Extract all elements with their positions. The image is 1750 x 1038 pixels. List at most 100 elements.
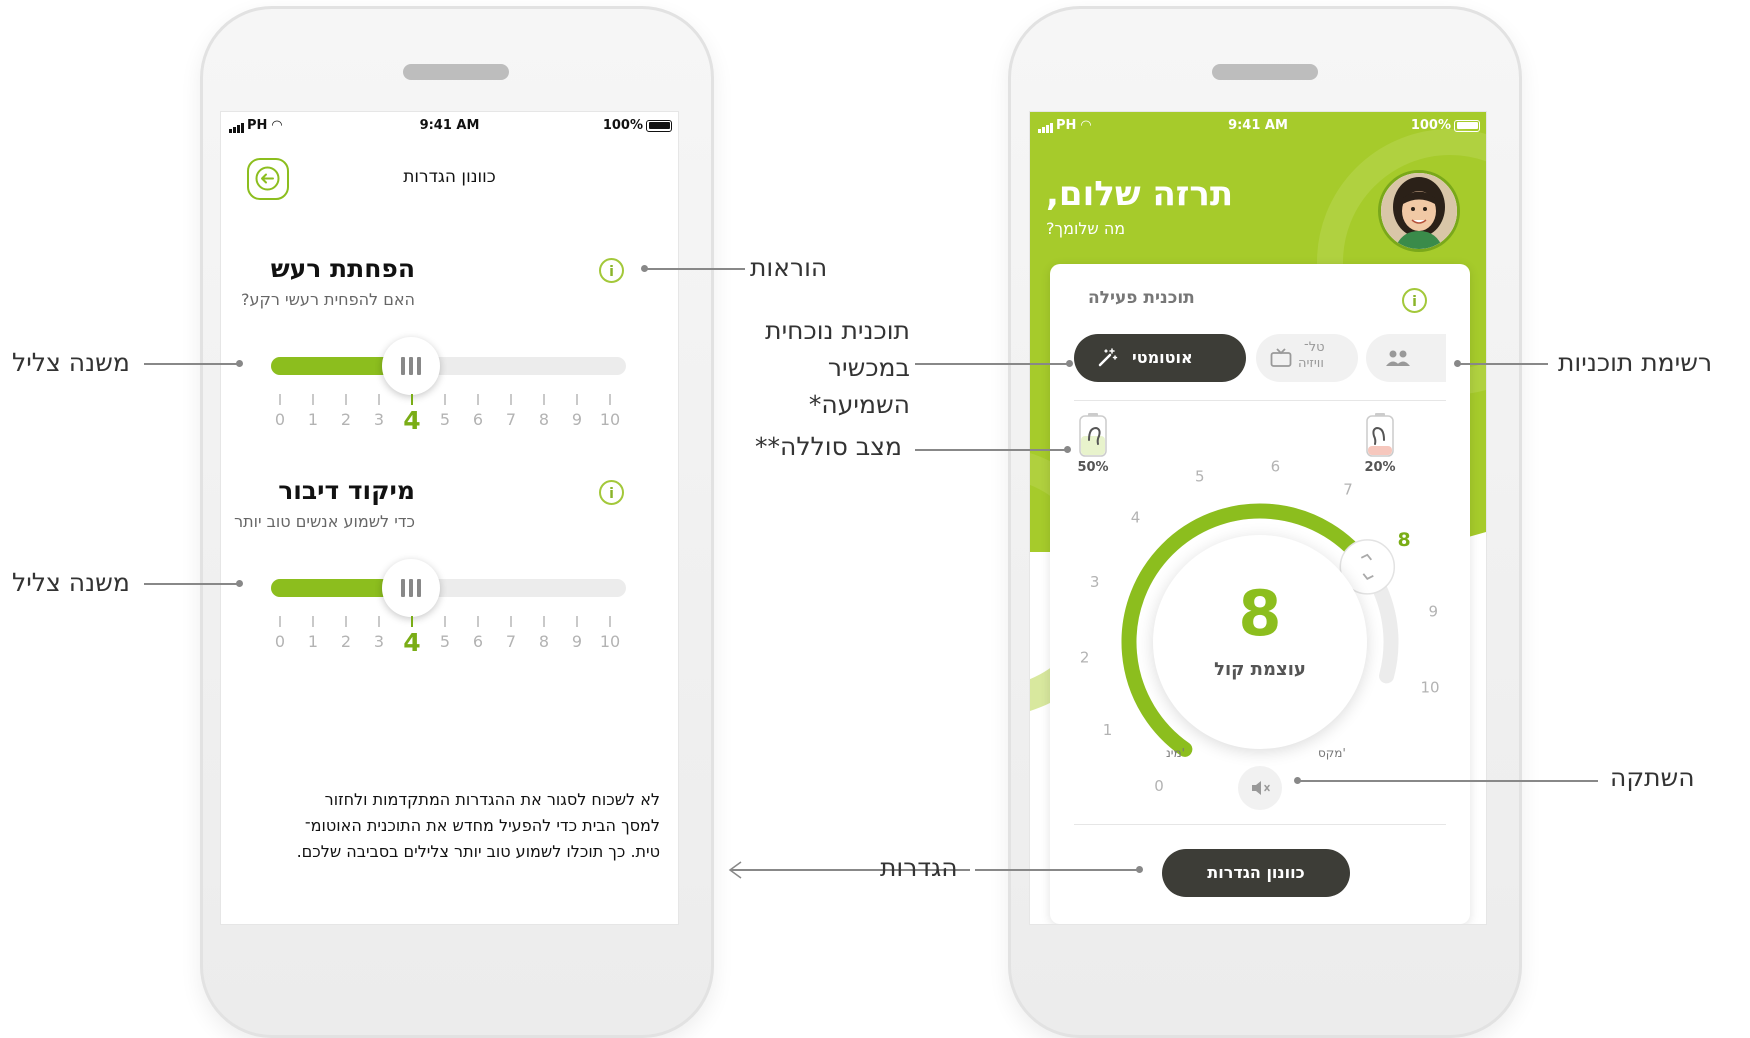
callout-dot: [236, 360, 243, 367]
arrow-head-icon: [728, 861, 742, 879]
status-bar: PH ◠ 9:41 AM 100%: [221, 112, 678, 140]
tick-label: 8: [538, 632, 550, 651]
callout-line: [915, 449, 1068, 451]
noise-reduction-subtitle: האם להפחית רעשי רקע?: [241, 290, 415, 309]
callout-dot: [641, 265, 648, 272]
note-line: למסך הבית כדי להפעיל מחדש את התוכנית האו…: [304, 816, 660, 835]
status-bar: PH ◠ 9:41 AM 100%: [1030, 112, 1486, 140]
program-tv[interactable]: טל־ וויזיה: [1256, 334, 1358, 382]
status-battery: 100%: [603, 118, 672, 133]
volume-max-label: מקס': [1318, 746, 1346, 760]
callout-dot: [1066, 360, 1073, 367]
callout-change-slider-1: משנה צליל: [12, 348, 130, 377]
callout-dot: [1136, 866, 1143, 873]
reminder-note: לא לשכוח לסגור את ההגדרות המתקדמות ולחזו…: [233, 787, 660, 865]
program-info-icon[interactable]: i: [1402, 288, 1427, 313]
noise-reduction-thumb[interactable]: [382, 337, 440, 395]
program-tv-label-line2: וויזיה: [1298, 356, 1324, 371]
selected-value: 4: [403, 406, 421, 435]
callout-change-slider-2: משנה צליל: [12, 568, 130, 597]
status-battery: 100%: [1411, 118, 1480, 133]
callout-current-program-line: במכשיר: [827, 353, 910, 382]
right-phone-speaker: [1212, 64, 1318, 80]
volume-scale-label: 2: [1080, 648, 1090, 666]
noise-reduction-info-icon[interactable]: i: [599, 258, 624, 283]
tick-label: 9: [571, 410, 583, 429]
volume-scale-label: 3: [1090, 573, 1100, 591]
callout-line: [645, 268, 745, 270]
adjust-settings-button[interactable]: כוונון הגדרות: [1162, 849, 1350, 897]
volume-scale-label: 5: [1195, 468, 1205, 486]
tick-label: 6: [472, 632, 484, 651]
speech-focus-info-icon[interactable]: i: [599, 480, 624, 505]
tick-label: 9: [571, 632, 583, 651]
tick-label: 0: [274, 632, 286, 651]
volume-scale-label: 6: [1271, 458, 1281, 476]
grip-icon: [401, 357, 421, 375]
program-card: תוכנית פעילה i אוטומטי טל־ וויזיה 50% 20…: [1050, 264, 1470, 924]
tick-label: 1: [307, 410, 319, 429]
left-phone-speaker: [403, 64, 509, 80]
callout-instructions: הוראות: [750, 253, 828, 282]
speaker-muted-icon: [1252, 781, 1270, 795]
callout-battery-state: מצב סוללה**: [755, 432, 902, 461]
callout-current-program-line: תוכנית נוכחית: [765, 316, 910, 345]
callout-program-list: רשימת תוכניות: [1558, 348, 1713, 377]
callout-mute: השתקה: [1610, 763, 1695, 792]
magic-wand-icon: [1098, 348, 1118, 367]
callout-line: [975, 869, 1140, 871]
program-automatic-label: אוטומטי: [1132, 348, 1193, 367]
callout-current-program: תוכנית נוכחית במכשיר השמיעה*: [735, 312, 910, 423]
volume-scale-label: 4: [1131, 509, 1141, 527]
speech-focus-thumb[interactable]: [382, 559, 440, 617]
callout-line: [144, 583, 240, 585]
tv-icon: [1270, 348, 1292, 367]
volume-label: עוצמת קול: [1214, 659, 1306, 680]
tick-label: 2: [340, 410, 352, 429]
program-people[interactable]: [1366, 334, 1446, 382]
tick-label: 5: [439, 632, 451, 651]
callout-line: [144, 363, 240, 365]
callout-dot: [1064, 446, 1071, 453]
program-automatic[interactable]: אוטומטי: [1074, 334, 1246, 382]
speech-focus-title: מיקוד דיבור: [278, 476, 415, 505]
subgreeting: מה שלומך?: [1046, 219, 1126, 238]
greeting: תרזה שלום,: [1046, 174, 1234, 214]
callout-current-program-line: השמיעה*: [808, 390, 910, 419]
tick-label: 3: [373, 410, 385, 429]
volume-scale-label: 9: [1429, 602, 1439, 620]
selected-value: 4: [403, 628, 421, 657]
callout-line: [1458, 363, 1548, 365]
people-icon: [1386, 350, 1410, 366]
tick-label: 10: [599, 632, 621, 651]
callout-dot: [236, 580, 243, 587]
tick-label: 5: [439, 410, 451, 429]
page-title: כוונון הגדרות: [403, 167, 496, 187]
tick-label: 1: [307, 632, 319, 651]
volume-scale-label: 1: [1103, 721, 1113, 739]
volume-scale-label: 7: [1343, 481, 1353, 499]
tick-label: 7: [505, 632, 517, 651]
callout-line: [1298, 780, 1598, 782]
tick-label: 3: [373, 632, 385, 651]
volume-value: 8: [1238, 577, 1282, 650]
volume-center: 8 עוצמת קול: [1153, 535, 1367, 749]
speech-focus-scale: 0 1 2 3 4 5 6 7 8 9 10: [221, 614, 678, 657]
note-line: לא לשכוח לסגור את ההגדרות המתקדמות ולחזו…: [324, 790, 660, 809]
noise-reduction-title: הפחתת רעש: [270, 254, 415, 283]
tick-label: 0: [274, 410, 286, 429]
card-divider: [1074, 400, 1446, 401]
avatar-image: [1381, 173, 1457, 249]
callout-settings: הגדרות: [880, 853, 958, 882]
mute-button[interactable]: [1238, 766, 1282, 810]
battery-icon: [1454, 119, 1480, 132]
speech-focus-subtitle: כדי לשמוע אנשים טוב יותר: [234, 512, 415, 531]
card-divider-bottom: [1074, 824, 1446, 825]
avatar[interactable]: [1378, 170, 1460, 252]
noise-reduction-scale: 0 1 2 3 4 5 6 7 8 9 10: [221, 392, 678, 435]
volume-scale-label: 10: [1420, 679, 1439, 697]
settings-screen: PH ◠ 9:41 AM 100% כוונון הגדרות הפחתת רע…: [221, 112, 678, 924]
battery-icon: [646, 119, 672, 132]
grip-icon: [401, 579, 421, 597]
tick-label: 6: [472, 410, 484, 429]
